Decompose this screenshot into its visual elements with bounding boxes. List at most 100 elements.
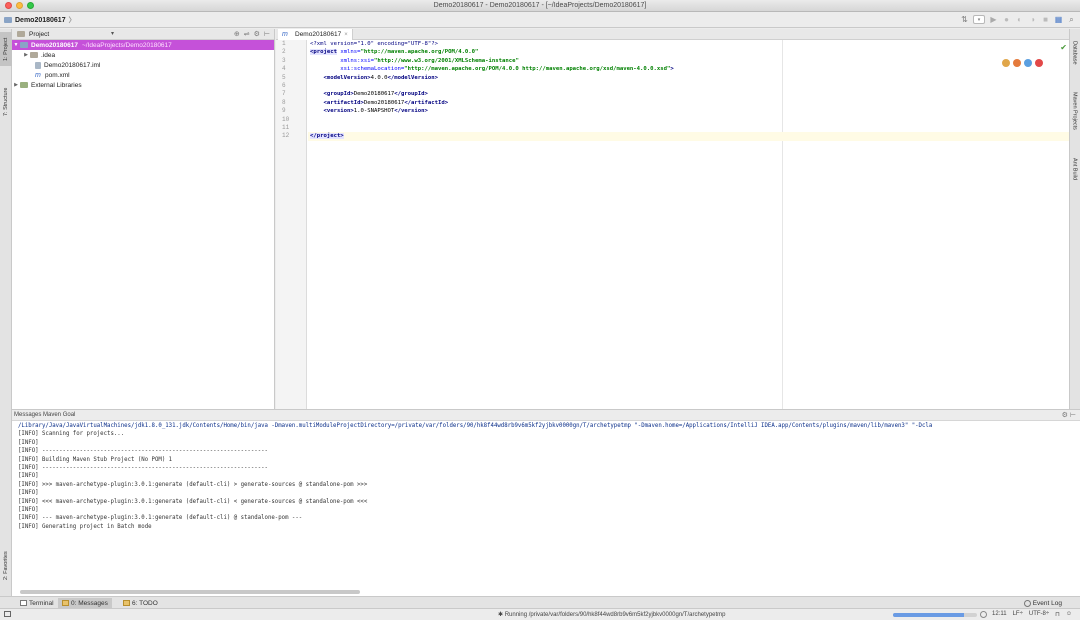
tool-tab-ant-build[interactable]: Ant Build xyxy=(1069,149,1080,189)
code-line: <groupId>Demo20180617</groupId> xyxy=(308,90,1069,98)
gear-icon[interactable]: ⚙ ⊢ xyxy=(1062,411,1076,419)
firefox-icon[interactable] xyxy=(1013,59,1021,67)
chevron-right-icon: 〉 xyxy=(68,17,76,24)
tool-tab-maven-projects[interactable]: Maven Projects xyxy=(1069,83,1080,139)
background-task-status[interactable]: ✱ Running /private/var/folders/90/hk8f44… xyxy=(498,611,726,618)
console-line: [INFO] xyxy=(18,506,39,513)
code-line: <artifactId>Demo20180617</artifactId> xyxy=(308,99,1069,107)
editor-tabs: m Demo20180617 × xyxy=(276,29,1069,40)
profile-icon[interactable]: ◑ xyxy=(1028,15,1037,24)
expand-caret-icon[interactable]: ▼ xyxy=(12,42,20,48)
console-output[interactable]: /Library/Java/JavaVirtualMachines/jdk1.8… xyxy=(12,421,1080,531)
folder-icon xyxy=(4,17,12,23)
code-line: <?xml version="1.0" encoding="UTF-8"?> xyxy=(308,40,1069,48)
line-separator[interactable]: LF÷ xyxy=(1013,611,1023,618)
xml-text: Demo20180617 xyxy=(363,99,405,106)
tool-tab-project[interactable]: 1: Project xyxy=(0,32,12,66)
tool-tab-terminal[interactable]: Terminal xyxy=(16,598,58,608)
line-number: 10 xyxy=(282,115,290,123)
editor-tab-pom[interactable]: m Demo20180617 × xyxy=(278,29,353,40)
tool-tab-favorites[interactable]: 2: Favorites xyxy=(0,543,12,589)
collapse-caret-icon[interactable]: ▶ xyxy=(12,82,20,88)
xml-attr: xmlns= xyxy=(336,49,361,56)
gear-icon[interactable]: ⚙ xyxy=(254,30,260,38)
breadcrumb-project[interactable]: Demo20180617 xyxy=(15,17,66,24)
build-icon[interactable]: ⇅ xyxy=(960,15,969,24)
line-number: 1 xyxy=(282,40,286,47)
coverage-icon[interactable]: ◐ xyxy=(1015,15,1024,24)
console-line: [INFO] Building Maven Stub Project (No P… xyxy=(18,456,173,463)
collapse-caret-icon[interactable]: ▶ xyxy=(22,52,30,58)
xml-value: "http://maven.apache.org/POM/4.0.0" xyxy=(360,49,479,56)
chrome-icon[interactable] xyxy=(1002,59,1010,67)
console-line: [INFO] xyxy=(18,473,39,480)
tool-tab-event-log[interactable]: Event Log xyxy=(1020,598,1066,608)
console-line: [INFO] --- maven-archetype-plugin:3.0.1:… xyxy=(18,515,303,522)
line-number: 12 xyxy=(282,132,290,140)
background-task-label: Running /private/var/folders/90/hk8f44wd… xyxy=(504,612,726,618)
tab-label: 0: Messages xyxy=(71,599,108,607)
inspection-ok-icon[interactable]: ✔ xyxy=(1060,43,1067,52)
line-number-gutter: 1 2 3 4 5 6 7 8 9 10 11 12 xyxy=(276,40,307,409)
line-number: 9 xyxy=(282,107,286,115)
chevron-down-icon[interactable]: ▾ xyxy=(111,30,114,37)
window-title: Demo20180617 - Demo20180617 - [~/IdeaPro… xyxy=(433,2,647,9)
editor-tab-label: Demo20180617 xyxy=(295,31,342,38)
editor-pane: m Demo20180617 × 1 2 3 4 5 6 7 8 9 10 11… xyxy=(276,29,1069,409)
project-view-select[interactable]: Project xyxy=(29,31,49,38)
xml-tag: </modelVersion> xyxy=(387,74,438,81)
xml-tag: </artifactId> xyxy=(404,99,449,106)
project-view-icon xyxy=(17,31,25,37)
tool-tab-database[interactable]: Database xyxy=(1069,33,1080,73)
hide-panel-icon[interactable]: ⊢ xyxy=(264,30,270,38)
tree-item-project-root[interactable]: ▼ Demo20180617 ~/IdeaProjects/Demo201806… xyxy=(12,40,274,50)
xml-text: Demo20180617 xyxy=(353,91,395,98)
project-panel: Project ▾ ⊕ ⇌ ⚙ ⊢ ▼ Demo20180617 ~/IdeaP… xyxy=(12,29,275,409)
tool-tab-messages[interactable]: 0: Messages xyxy=(58,598,112,608)
right-tool-stripe: Database Maven Projects Ant Build xyxy=(1069,29,1080,409)
tool-tab-structure[interactable]: 7: Structure xyxy=(0,79,12,125)
tree-item-label: Demo20180617 xyxy=(31,41,78,49)
stop-icon[interactable]: ■ xyxy=(1041,15,1050,24)
module-folder-icon xyxy=(20,42,28,48)
project-structure-icon[interactable]: ▦ xyxy=(1054,15,1063,24)
cancel-task-icon[interactable] xyxy=(980,611,987,618)
search-everywhere-icon[interactable]: ⌕ xyxy=(1067,15,1076,24)
safari-icon[interactable] xyxy=(1024,59,1032,67)
lock-icon[interactable]: ⊓ xyxy=(1055,611,1060,618)
scroll-from-source-icon[interactable]: ⊕ xyxy=(234,30,240,38)
console-line: [INFO] <<< maven-archetype-plugin:3.0.1:… xyxy=(18,498,368,505)
breadcrumb[interactable]: Demo20180617 〉 xyxy=(4,15,76,25)
horizontal-scrollbar[interactable] xyxy=(20,590,360,594)
tool-tab-todo[interactable]: 6: TODO xyxy=(119,598,162,608)
tree-item-pom[interactable]: m pom.xml xyxy=(12,70,274,80)
tree-item-label: External Libraries xyxy=(31,81,82,89)
file-encoding[interactable]: UTF-8÷ xyxy=(1029,611,1049,618)
opera-icon[interactable] xyxy=(1035,59,1043,67)
tree-item-iml[interactable]: Demo20180617.iml xyxy=(12,60,274,70)
messages-panel: Messages Maven Goal ⚙ ⊢ /Library/Java/Ja… xyxy=(12,409,1080,596)
maven-file-icon: m xyxy=(35,71,41,79)
xml-attr: xmlns:xsi= xyxy=(310,57,374,64)
run-config-select[interactable]: ▾ xyxy=(973,15,985,24)
tree-item-idea[interactable]: ▶ .idea xyxy=(12,50,274,60)
debug-icon[interactable]: ● xyxy=(1002,15,1011,24)
tree-item-external-libraries[interactable]: ▶ External Libraries xyxy=(12,80,274,90)
xml-tag: <modelVersion> xyxy=(310,74,371,81)
inspector-icon[interactable]: ☺ xyxy=(1066,611,1072,618)
collapse-all-icon[interactable]: ⇌ xyxy=(244,30,250,38)
toggle-tool-windows-icon[interactable] xyxy=(4,611,11,617)
open-in-browser-icons xyxy=(1002,59,1043,67)
close-tab-icon[interactable]: × xyxy=(344,32,348,38)
run-icon[interactable]: ▶ xyxy=(989,15,998,24)
project-panel-tools: ⊕ ⇌ ⚙ ⊢ xyxy=(234,30,270,38)
code-area[interactable]: <?xml version="1.0" encoding="UTF-8"?> <… xyxy=(308,40,1069,409)
line-number: 5 xyxy=(282,73,286,81)
xml-tag: <project xyxy=(310,49,337,56)
tab-label: Event Log xyxy=(1032,599,1062,607)
terminal-icon xyxy=(20,600,27,606)
caret-position[interactable]: 12:11 xyxy=(992,611,1007,618)
xml-value: "http://maven.apache.org/POM/4.0.0 http:… xyxy=(404,66,671,73)
